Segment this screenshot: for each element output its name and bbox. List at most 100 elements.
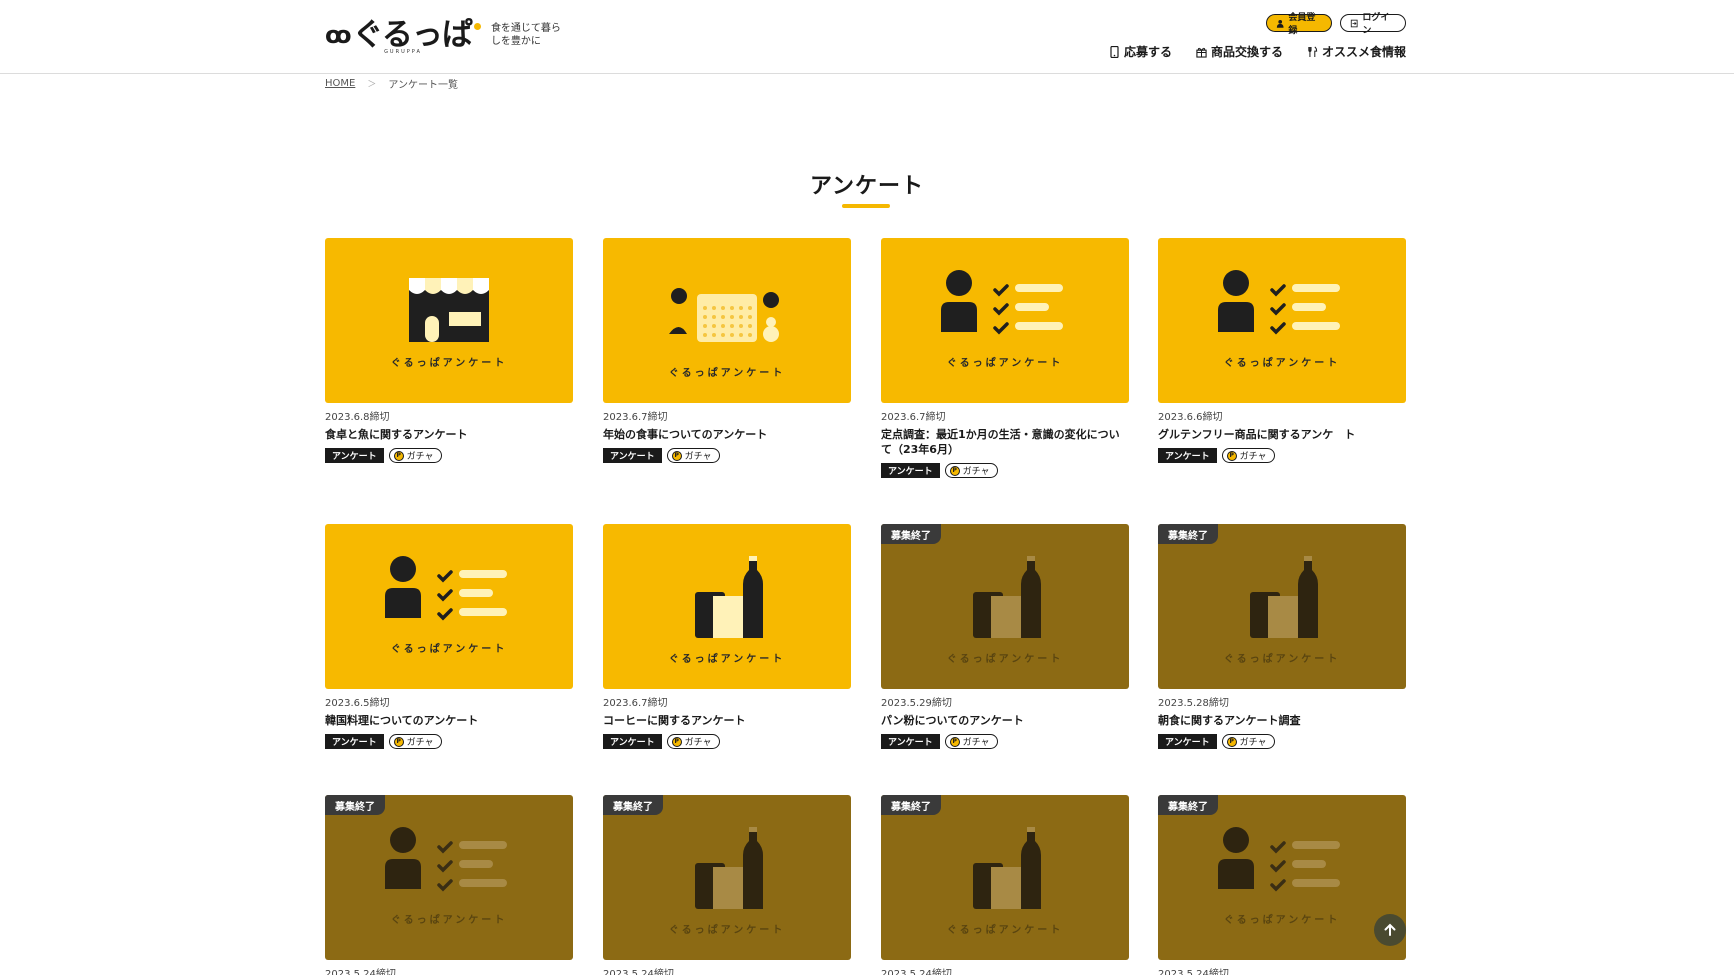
tag-survey: アンケート <box>603 734 662 749</box>
logo-mark: ꝏ ぐるっぱ GURUPPA <box>325 18 481 55</box>
survey-card[interactable]: ぐるっぱアンケート 募集終了 2023.5.24締切 <box>1158 795 1406 975</box>
closed-badge: 募集終了 <box>325 795 385 815</box>
tag-gacha-label: ガチャ <box>684 452 712 462</box>
nav-food-info-label: オススメ食情報 <box>1321 45 1406 59</box>
logo-text: ぐるっぱ <box>352 17 473 53</box>
tag-gacha-label: ガチャ <box>1239 452 1267 462</box>
gift-icon <box>1196 47 1207 58</box>
survey-card[interactable]: ぐるっぱアンケート 募集終了 2023.5.28締切朝食に関するアンケート調査 アンケ… <box>1158 524 1406 749</box>
closed-badge: 募集終了 <box>881 795 941 815</box>
survey-thumbnail[interactable]: ぐるっぱアンケート 募集終了 <box>325 795 573 960</box>
breadcrumb-home-link[interactable]: HOME <box>325 78 355 89</box>
person-checklist-illustration <box>1218 827 1340 892</box>
tag-gacha-label: ガチャ <box>962 467 990 477</box>
breadcrumb: HOME ＞ アンケート一覧 <box>325 76 458 91</box>
thumbnail-label: ぐるっぱアンケート <box>390 644 508 655</box>
main-nav: 応募する 商品交換する オススメ食情報 <box>1109 43 1406 60</box>
survey-card[interactable]: ぐるっぱアンケート 2023.6.5締切 韓国料理についてのアンケート アンケート P ガ… <box>325 524 573 749</box>
survey-thumbnail[interactable]: ぐるっぱアンケート 募集終了 <box>1158 524 1406 689</box>
site-header: ꝏ ぐるっぱ GURUPPA 食を通じて暮らしを豊かに 会員登録 ログイン 応募… <box>0 0 1734 74</box>
card-tags: アンケート P ガチャ <box>325 448 573 463</box>
card-deadline: 2023.5.28締切 <box>1158 698 1229 709</box>
person-checklist-illustration <box>385 827 507 892</box>
card-tags: アンケート P ガチャ <box>603 448 851 463</box>
back-to-top-button[interactable] <box>1374 914 1406 946</box>
thumbnail-label: ぐるっぱアンケート <box>668 368 786 379</box>
person-checklist-illustration <box>385 556 507 621</box>
thumbnail-label: ぐるっぱアンケート <box>390 358 508 369</box>
card-tags: アンケート P ガチャ <box>1158 448 1406 463</box>
tag-gacha: P ガチャ <box>944 463 998 478</box>
survey-card[interactable]: ぐるっぱアンケート 募集終了 2023.5.29締切 パン粉についてのアンケート アンケ… <box>881 524 1129 749</box>
point-coin-icon: P <box>393 450 404 461</box>
tag-gacha-label: ガチャ <box>406 738 434 748</box>
survey-card[interactable]: ぐるっぱアンケート 2023.6.8締切 食卓と魚に関するアンケート アンケート P ガチ… <box>325 238 573 463</box>
thumbnail-label: ぐるっぱアンケート <box>946 358 1064 369</box>
survey-thumbnail[interactable]: ぐるっぱアンケート 募集終了 <box>603 795 851 960</box>
closed-badge: 募集終了 <box>881 524 941 544</box>
tagline: 食を通じて暮らしを豊かに <box>490 23 561 47</box>
logo-wordmark: ꝏ ぐるっぱ <box>325 18 481 52</box>
nav-food-info[interactable]: オススメ食情報 <box>1307 43 1406 60</box>
register-button[interactable]: 会員登録 <box>1266 13 1332 36</box>
card-deadline: 2023.6.5締切 <box>325 698 390 709</box>
survey-card[interactable]: ぐるっぱアンケート 募集終了 2023.5.24締切 <box>881 795 1129 975</box>
card-title[interactable]: 食卓と魚に関するアンケート <box>325 427 573 442</box>
tag-gacha-label: ガチャ <box>1239 738 1267 748</box>
card-title[interactable]: 朝食に関するアンケート調査 <box>1158 713 1406 728</box>
thumbnail-label: ぐるっぱアンケート <box>946 925 1064 936</box>
logo-dot-icon <box>473 22 481 30</box>
survey-card[interactable]: ぐるっぱアンケート 2023.6.6締切グルテンフリー商品に関するアンケ トアンケ… <box>1158 238 1406 463</box>
card-deadline: 2023.6.6締切 <box>1158 412 1223 423</box>
tag-gacha: P ガチャ <box>1221 448 1275 463</box>
survey-thumbnail[interactable]: ぐるっぱアンケート <box>1158 238 1406 403</box>
tag-gacha-label: ガチャ <box>406 452 434 462</box>
survey-thumbnail[interactable]: ぐるっぱアンケート <box>603 238 851 403</box>
survey-thumbnail[interactable]: ぐるっぱアンケート <box>325 524 573 689</box>
tag-survey: アンケート <box>1158 448 1217 463</box>
login-button[interactable]: ログイン <box>1340 13 1406 36</box>
survey-card[interactable]: ぐるっぱアンケート 2023.6.7締切 年始の食事についてのアンケート アンケート P… <box>603 238 851 463</box>
card-deadline: 2023.5.24締切 <box>1158 969 1229 975</box>
card-deadline: 2023.6.7締切 <box>603 698 668 709</box>
survey-thumbnail[interactable]: ぐるっぱアンケート <box>881 238 1129 403</box>
thumbnail-label: ぐるっぱアンケート <box>668 654 786 665</box>
survey-thumbnail[interactable]: ぐるっぱアンケート <box>325 238 573 403</box>
card-deadline: 2023.5.24締切 <box>603 969 674 975</box>
tag-survey: アンケート <box>1158 734 1217 749</box>
survey-thumbnail[interactable]: ぐるっぱアンケート 募集終了 <box>1158 795 1406 960</box>
shop-illustration <box>409 278 489 342</box>
site-logo[interactable]: ꝏ ぐるっぱ GURUPPA 食を通じて暮らしを豊かに <box>325 18 569 55</box>
tag-gacha: P ガチャ <box>388 448 442 463</box>
swirl-icon: ꝏ <box>325 21 352 49</box>
thumbnail-label: ぐるっぱアンケート <box>390 915 508 926</box>
card-title[interactable]: 定点調査：最近1か月の生活・意識の変化について（23年6月） <box>881 427 1129 457</box>
card-deadline: 2023.6.7締切 <box>881 412 946 423</box>
person-checklist-illustration <box>1218 270 1340 335</box>
register-label: 会員登録 <box>1288 13 1316 36</box>
survey-thumbnail[interactable]: ぐるっぱアンケート 募集終了 <box>881 524 1129 689</box>
card-title[interactable]: グルテンフリー商品に関するアンケ ト <box>1158 427 1406 442</box>
tag-survey: アンケート <box>325 734 384 749</box>
survey-card[interactable]: ぐるっぱアンケート 募集終了 2023.5.24締切 <box>603 795 851 975</box>
survey-thumbnail[interactable]: ぐるっぱアンケート 募集終了 <box>881 795 1129 960</box>
card-title[interactable]: パン粉についてのアンケート <box>881 713 1129 728</box>
card-title[interactable]: 年始の食事についてのアンケート <box>603 427 851 442</box>
point-coin-icon: P <box>671 736 682 747</box>
tag-gacha: P ガチャ <box>666 448 720 463</box>
survey-card[interactable]: ぐるっぱアンケート 2023.6.7締切定点調査：最近1か月の生活・意識の変化につ… <box>881 238 1129 478</box>
card-title[interactable]: コーヒーに関するアンケート <box>603 713 851 728</box>
arrow-up-icon <box>1384 923 1396 936</box>
login-icon <box>1350 19 1358 27</box>
nav-apply[interactable]: 応募する <box>1109 43 1172 60</box>
card-title[interactable]: 韓国料理についてのアンケート <box>325 713 573 728</box>
nav-exchange[interactable]: 商品交換する <box>1196 43 1283 60</box>
survey-card[interactable]: ぐるっぱアンケート 募集終了 2023.5.24締切 <box>325 795 573 975</box>
point-coin-icon: P <box>949 736 960 747</box>
card-deadline: 2023.5.24締切 <box>881 969 952 975</box>
survey-card[interactable]: ぐるっぱアンケート 2023.6.7締切 コーヒーに関するアンケート アンケート P ガチ… <box>603 524 851 749</box>
tag-gacha-label: ガチャ <box>962 738 990 748</box>
card-deadline: 2023.5.29締切 <box>881 698 952 709</box>
survey-thumbnail[interactable]: ぐるっぱアンケート <box>603 524 851 689</box>
card-tags: アンケート P ガチャ <box>1158 734 1406 749</box>
